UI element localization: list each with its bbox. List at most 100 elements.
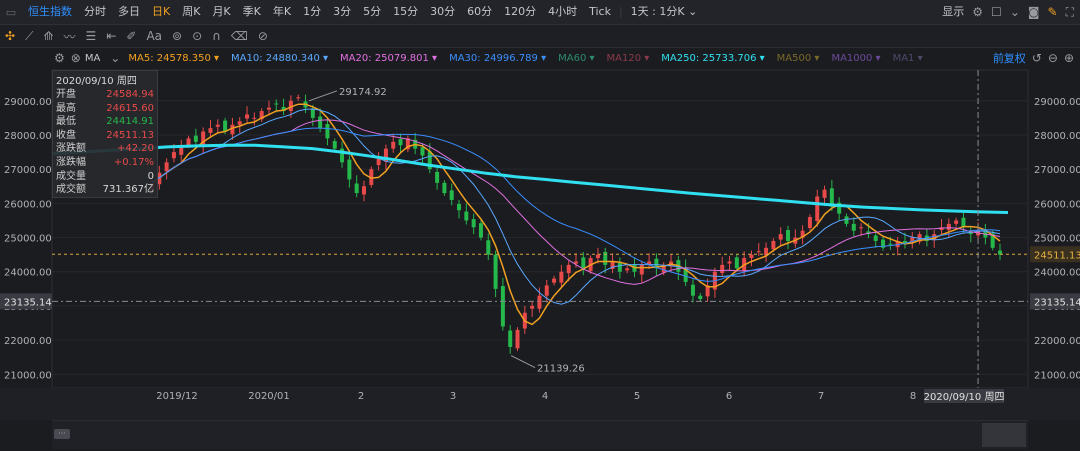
info-row: 最低 24414.91 xyxy=(53,115,157,129)
candle-body xyxy=(186,138,191,146)
candle-body xyxy=(727,261,732,264)
candle-body xyxy=(771,240,776,250)
candle-body xyxy=(822,189,827,198)
crosshair-price-label-left: 23135.14 xyxy=(4,297,52,308)
candle-body xyxy=(566,264,571,274)
candle-body xyxy=(500,286,505,327)
candle-body xyxy=(442,182,447,194)
candle-body xyxy=(515,329,520,349)
candle-body xyxy=(530,305,535,309)
info-key: 最高 xyxy=(56,102,76,114)
candle-body xyxy=(581,257,586,269)
candle-body xyxy=(332,141,337,149)
candle-body xyxy=(544,285,549,296)
low-annotation: 21139.26 xyxy=(537,364,585,375)
info-row: 最高 24615.60 xyxy=(53,102,157,116)
y-tick-label-left: 26000.00 xyxy=(4,199,52,210)
candle-body xyxy=(493,254,498,289)
candle-body xyxy=(245,114,250,119)
candle-body xyxy=(508,330,513,347)
y-tick-label-left: 24000.00 xyxy=(4,268,52,279)
candle-body xyxy=(318,116,323,129)
candle-body xyxy=(778,234,783,240)
candle-body xyxy=(193,135,198,142)
info-value: 731.367亿 xyxy=(102,184,154,196)
candle-body xyxy=(559,271,564,283)
candle-body xyxy=(734,257,739,269)
candle-body xyxy=(376,158,381,166)
y-tick-label-right: 29000.00 xyxy=(1034,97,1080,108)
info-key: 开盘 xyxy=(56,89,76,100)
scroll-handle[interactable]: ··· xyxy=(54,429,70,439)
info-value: +42.20 xyxy=(116,143,154,155)
candle-body xyxy=(552,278,557,283)
candle-body xyxy=(749,254,754,259)
candle-body xyxy=(537,295,542,309)
info-row: 涨跌幅 +0.17% xyxy=(53,156,157,170)
info-value: +0.17% xyxy=(113,156,154,168)
x-tick-label: 2020/01 xyxy=(248,391,290,402)
info-row: 成交额 731.367亿 xyxy=(53,183,157,197)
candle-body xyxy=(786,230,790,241)
candle-body xyxy=(391,141,396,149)
timeline-scroller[interactable]: ··· xyxy=(52,420,1028,449)
info-value: 24615.60 xyxy=(106,102,154,114)
candle-body xyxy=(639,264,644,275)
candle-body xyxy=(946,223,951,231)
candle-body xyxy=(325,124,330,139)
info-key: 涨跌幅 xyxy=(56,156,86,168)
candle-body xyxy=(266,107,271,110)
y-tick-label-left: 27000.00 xyxy=(4,165,52,176)
candle-body xyxy=(208,128,213,133)
candle-body xyxy=(164,162,169,172)
candle-body xyxy=(464,211,469,221)
candle-body xyxy=(274,103,279,105)
info-value: 24584.94 xyxy=(106,89,154,100)
candle-body xyxy=(237,121,242,125)
x-tick-label: 4 xyxy=(542,391,548,402)
y-tick-label-left: 22000.00 xyxy=(4,336,52,347)
info-value: 0 xyxy=(147,170,154,182)
info-date: 2020/09/10 周四 xyxy=(56,76,137,87)
y-tick-label-right: 26000.00 xyxy=(1034,199,1080,210)
info-value: 24414.91 xyxy=(106,116,154,128)
candle-body xyxy=(844,216,849,224)
x-tick-label: 6 xyxy=(726,391,732,402)
candle-body xyxy=(449,190,454,200)
candle-body xyxy=(888,243,893,245)
y-tick-label-right: 22000.00 xyxy=(1034,336,1080,347)
y-tick-label-right: 24000.00 xyxy=(1034,268,1080,279)
candle-body xyxy=(690,284,695,296)
candle-body xyxy=(698,295,703,300)
x-tick-label: 5 xyxy=(634,391,640,402)
candle-body xyxy=(398,139,403,146)
y-tick-label-left: 25000.00 xyxy=(4,234,52,245)
scroll-thumb[interactable] xyxy=(982,423,1026,447)
candle-body xyxy=(471,219,476,228)
candle-body xyxy=(435,171,440,183)
y-tick-label-right: 25000.00 xyxy=(1034,234,1080,245)
crosshair-date-label: 2020/09/10 周四 xyxy=(924,391,1005,403)
candle-body xyxy=(756,251,761,253)
info-key: 成交额 xyxy=(56,184,86,196)
candle-body xyxy=(362,186,366,195)
x-tick-label: 7 xyxy=(818,391,824,402)
info-row: 涨跌额 +42.20 xyxy=(53,142,157,156)
candle-body xyxy=(296,97,301,99)
info-key: 最低 xyxy=(56,116,76,128)
candle-body xyxy=(595,254,600,259)
price-chart[interactable]: 21000.0021000.0022000.0022000.0023000.00… xyxy=(0,0,1080,451)
candle-body xyxy=(720,264,725,274)
y-tick-label-left: 28000.00 xyxy=(4,131,52,142)
ohlc-info-box: 2020/09/10 周四 开盘 24584.94 最高 24615.60 最低 2441… xyxy=(52,70,158,198)
candle-body xyxy=(851,223,856,231)
high-annotation: 29174.92 xyxy=(339,87,387,98)
current-price-label: 24511.13 xyxy=(1034,250,1080,261)
candle-body xyxy=(873,235,878,241)
candle-body xyxy=(457,204,462,211)
info-row: 开盘 24584.94 xyxy=(53,88,157,102)
candle-body xyxy=(625,268,630,271)
info-row: 成交量 0 xyxy=(53,170,157,184)
crosshair-price-label-right: 23135.14 xyxy=(1034,297,1080,308)
candle-body xyxy=(859,227,864,229)
